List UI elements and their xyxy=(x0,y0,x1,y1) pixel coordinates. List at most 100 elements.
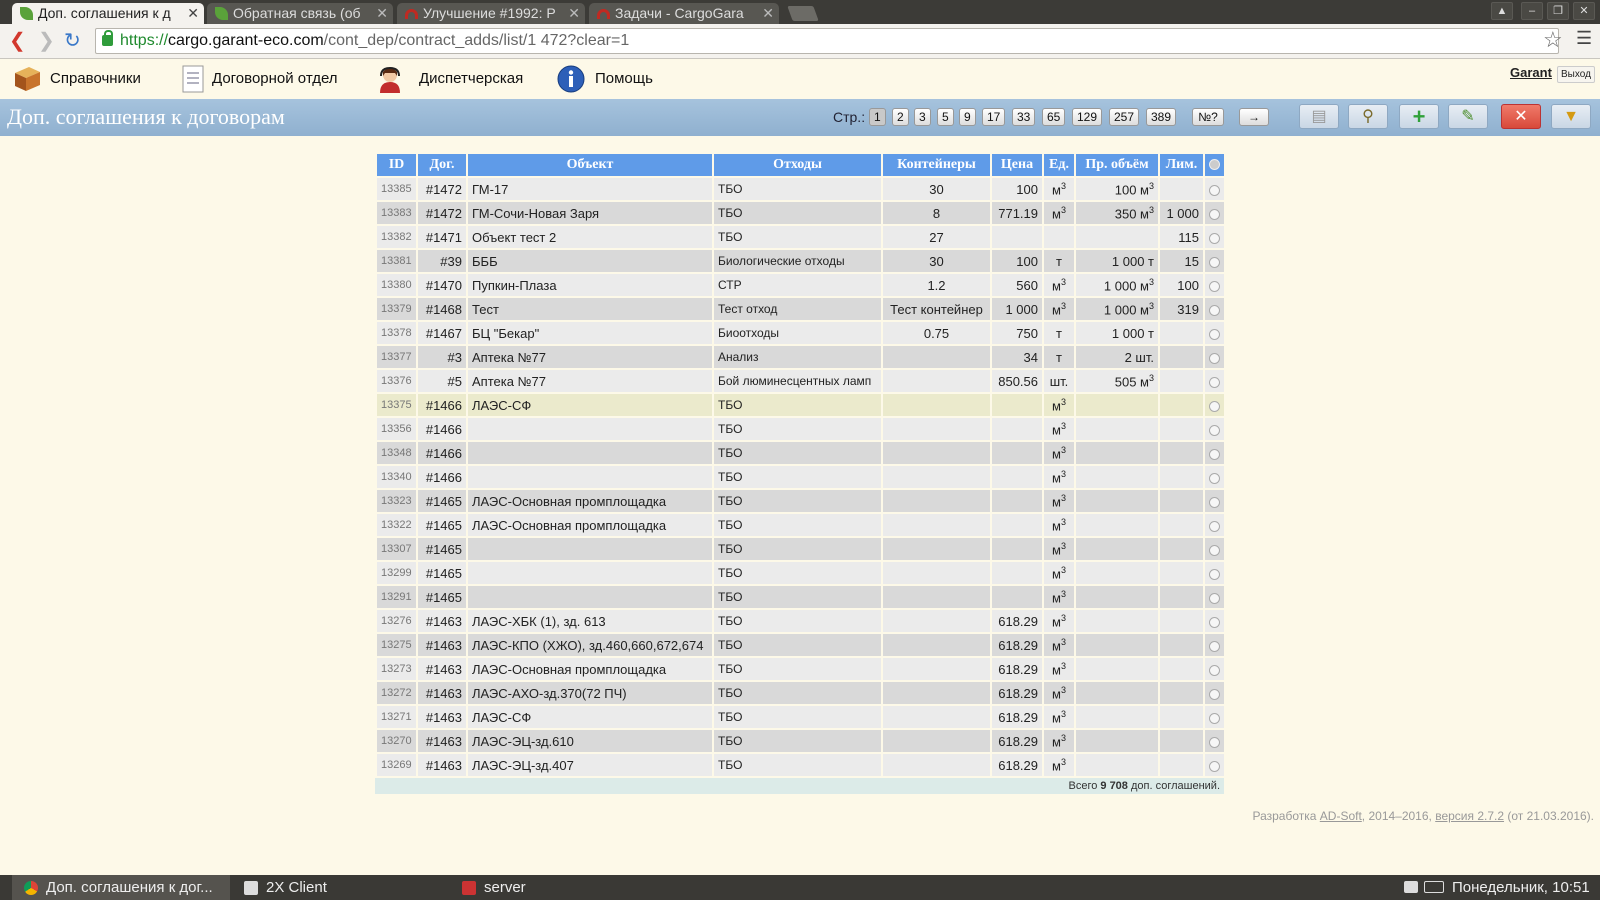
cell-select[interactable] xyxy=(1203,272,1226,298)
bookmark-star-icon[interactable]: ☆ xyxy=(1543,27,1563,53)
row-select-radio[interactable] xyxy=(1209,256,1220,268)
column-header-contract[interactable]: Дог. xyxy=(416,152,468,178)
restore-button[interactable]: ❐ xyxy=(1547,2,1569,20)
row-select-radio[interactable] xyxy=(1209,328,1220,340)
row-select-radio[interactable] xyxy=(1209,232,1220,244)
table-row[interactable]: 13378 #1467 БЦ "Бекар" Биоотходы 0.75 750 т 1 0… xyxy=(375,320,1226,346)
column-header-id[interactable]: ID xyxy=(375,152,418,178)
2x-tray-icon[interactable] xyxy=(1404,881,1418,893)
table-row[interactable]: 13377 #3 Аптека №77 Анализ 34 т 2 шт. xyxy=(375,344,1226,370)
taskbar-item-server[interactable]: server xyxy=(450,875,650,900)
cell-select[interactable] xyxy=(1203,344,1226,370)
row-select-radio[interactable] xyxy=(1209,472,1220,484)
row-select-radio[interactable] xyxy=(1209,304,1220,316)
browser-menu-icon[interactable]: ☰ xyxy=(1576,28,1592,49)
close-window-button[interactable]: ✕ xyxy=(1573,2,1595,20)
column-header-volume[interactable]: Пр. объём xyxy=(1074,152,1160,178)
row-select-radio[interactable] xyxy=(1209,520,1220,532)
row-select-radio[interactable] xyxy=(1209,544,1220,556)
page-button[interactable]: 65 xyxy=(1042,108,1066,126)
cell-select[interactable] xyxy=(1203,296,1226,322)
cell-select[interactable] xyxy=(1203,176,1226,202)
close-tab-icon[interactable]: ✕ xyxy=(568,3,580,24)
menu-item-dispatch[interactable]: Диспетчерская xyxy=(371,59,523,99)
cell-select[interactable] xyxy=(1203,608,1226,634)
cell-select[interactable] xyxy=(1203,416,1226,442)
page-button[interactable]: 9 xyxy=(959,108,976,126)
cell-select[interactable] xyxy=(1203,560,1226,586)
view-document-button[interactable]: ▤ xyxy=(1299,104,1339,129)
close-tab-icon[interactable]: ✕ xyxy=(762,3,774,24)
cell-select[interactable] xyxy=(1203,728,1226,754)
table-row[interactable]: 13379 #1468 Тест Тест отход Тест контейнер 1 … xyxy=(375,296,1226,322)
table-row[interactable]: 13356 #1466 ТБО м3 xyxy=(375,416,1226,442)
cell-select[interactable] xyxy=(1203,632,1226,658)
close-tab-icon[interactable]: ✕ xyxy=(187,3,199,24)
add-button[interactable]: + xyxy=(1399,104,1439,129)
page-button[interactable]: 257 xyxy=(1109,108,1140,126)
user-icon[interactable]: ▲ xyxy=(1491,2,1513,20)
table-row[interactable]: 13376 #5 Аптека №77 Бой люминесцентных ламп… xyxy=(375,368,1226,394)
user-name-link[interactable]: Garant xyxy=(1510,65,1552,80)
menu-item-contract-department[interactable]: Договорной отдел xyxy=(178,59,338,99)
table-row[interactable]: 13348 #1466 ТБО м3 xyxy=(375,440,1226,466)
row-select-radio[interactable] xyxy=(1209,448,1220,460)
developer-link[interactable]: AD-Soft xyxy=(1320,809,1362,823)
forward-icon[interactable]: ❯ xyxy=(38,30,55,52)
close-tab-icon[interactable]: ✕ xyxy=(376,3,388,24)
row-select-radio[interactable] xyxy=(1209,208,1220,220)
cell-select[interactable] xyxy=(1203,512,1226,538)
cell-select[interactable] xyxy=(1203,368,1226,394)
table-row[interactable]: 13307 #1465 ТБО м3 xyxy=(375,536,1226,562)
cell-select[interactable] xyxy=(1203,680,1226,706)
cell-select[interactable] xyxy=(1203,224,1226,250)
column-header-price[interactable]: Цена xyxy=(990,152,1044,178)
table-row[interactable]: 13270 #1463 ЛАЭС-ЭЦ-зд.610 ТБО 618.29 м3 xyxy=(375,728,1226,754)
cell-select[interactable] xyxy=(1203,584,1226,610)
keyboard-icon[interactable] xyxy=(1424,881,1444,893)
page-button[interactable]: 389 xyxy=(1146,108,1177,126)
column-header-limit[interactable]: Лим. xyxy=(1158,152,1205,178)
clock[interactable]: Понедельник, 10:51 xyxy=(1452,875,1590,900)
cell-select[interactable] xyxy=(1203,536,1226,562)
row-select-radio[interactable] xyxy=(1209,184,1220,196)
browser-tab-improvement[interactable]: Улучшение #1992: Р ✕ xyxy=(397,3,585,24)
table-row[interactable]: 13276 #1463 ЛАЭС-ХБК (1), зд. 613 ТБО 618.29… xyxy=(375,608,1226,634)
logout-button[interactable]: Выход xyxy=(1557,66,1595,83)
table-row[interactable]: 13271 #1463 ЛАЭС-СФ ТБО 618.29 м3 xyxy=(375,704,1226,730)
taskbar-item-2x-client[interactable]: 2X Client xyxy=(232,875,448,900)
row-select-radio[interactable] xyxy=(1209,352,1220,364)
row-select-radio[interactable] xyxy=(1209,400,1220,412)
row-select-radio[interactable] xyxy=(1209,736,1220,748)
row-select-radio[interactable] xyxy=(1209,688,1220,700)
table-row[interactable]: 13375 #1466 ЛАЭС-СФ ТБО м3 xyxy=(375,392,1226,418)
version-link[interactable]: версия 2.7.2 xyxy=(1435,809,1504,823)
cell-select[interactable] xyxy=(1203,440,1226,466)
cell-select[interactable] xyxy=(1203,656,1226,682)
page-button[interactable]: 2 xyxy=(892,108,909,126)
page-button[interactable]: 1 xyxy=(869,108,886,126)
row-select-radio[interactable] xyxy=(1209,496,1220,508)
table-row[interactable]: 13323 #1465 ЛАЭС-Основная промплощадка ТБО м… xyxy=(375,488,1226,514)
cell-select[interactable] xyxy=(1203,200,1226,226)
table-row[interactable]: 13385 #1472 ГМ-17 ТБО 30 100 м3 100 м3 xyxy=(375,176,1226,202)
table-row[interactable]: 13381 #39 БББ Биологические отходы 30 100 т 1 0… xyxy=(375,248,1226,274)
reload-icon[interactable]: ↻ xyxy=(64,30,81,52)
page-number-jump-button[interactable]: №? xyxy=(1192,108,1224,126)
page-button[interactable]: 3 xyxy=(914,108,931,126)
column-header-unit[interactable]: Ед. xyxy=(1042,152,1076,178)
minimize-button[interactable]: – xyxy=(1521,2,1543,20)
row-select-radio[interactable] xyxy=(1209,640,1220,652)
delete-button[interactable]: ✕ xyxy=(1501,104,1541,129)
table-row[interactable]: 13383 #1472 ГМ-Сочи-Новая Заря ТБО 8 771.19 м3… xyxy=(375,200,1226,226)
menu-item-help[interactable]: Помощь xyxy=(556,59,653,99)
column-header-containers[interactable]: Контейнеры xyxy=(881,152,992,178)
row-select-radio[interactable] xyxy=(1209,568,1220,580)
page-button[interactable]: 129 xyxy=(1072,108,1103,126)
row-select-radio[interactable] xyxy=(1209,616,1220,628)
row-select-radio[interactable] xyxy=(1209,592,1220,604)
cell-select[interactable] xyxy=(1203,752,1226,778)
browser-tab-feedback[interactable]: Обратная связь (об ✕ xyxy=(207,3,393,24)
table-row[interactable]: 13299 #1465 ТБО м3 xyxy=(375,560,1226,586)
search-button[interactable]: ⚲ xyxy=(1348,104,1388,129)
